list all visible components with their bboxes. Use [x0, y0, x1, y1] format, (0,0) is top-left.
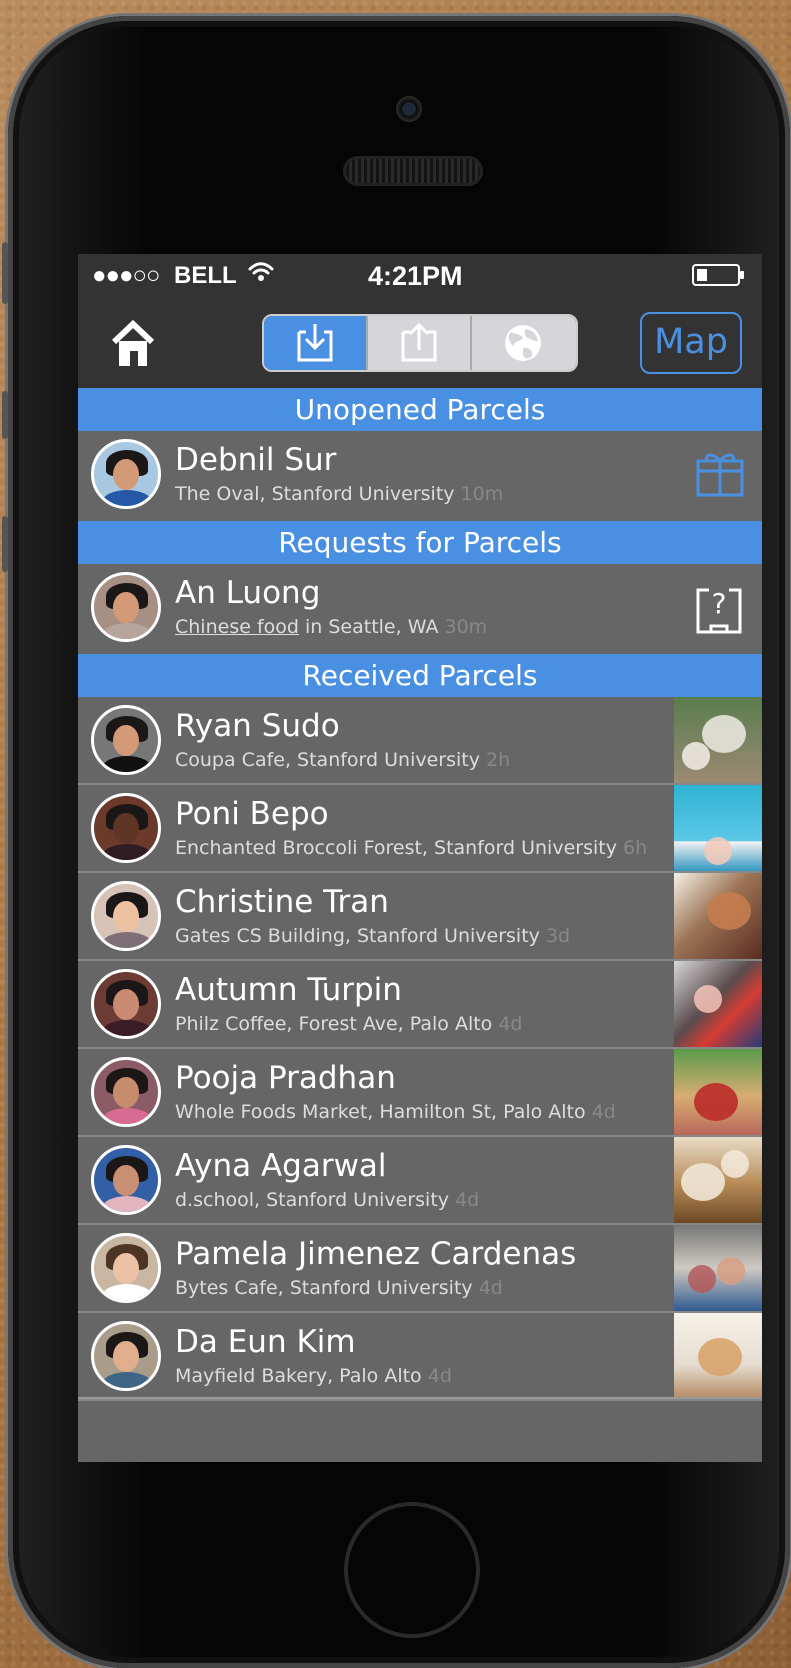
parcel-segmented-control[interactable]: [262, 314, 578, 372]
tab-inbox[interactable]: [264, 316, 368, 370]
received-parcel-row[interactable]: Poni Bepo Enchanted Broccoli Forest, Sta…: [78, 785, 762, 873]
received-parcel-row[interactable]: Pamela Jimenez Cardenas Bytes Cafe, Stan…: [78, 1225, 762, 1313]
carrier-label: BELL: [174, 262, 237, 289]
contact-name: Christine Tran: [175, 884, 389, 920]
status-time: 4:21PM: [368, 261, 463, 291]
list-bottom-divider: [78, 1397, 762, 1399]
battery-icon: [692, 264, 744, 286]
contact-name: Autumn Turpin: [175, 972, 402, 1008]
signal-icon: ●●●○○: [92, 262, 160, 289]
question-box-icon[interactable]: ?: [693, 582, 745, 642]
received-parcel-row[interactable]: Pooja Pradhan Whole Foods Market, Hamilt…: [78, 1049, 762, 1137]
parcel-location: Gates CS Building, Stanford University 3…: [175, 925, 571, 947]
parcel-thumbnail[interactable]: [674, 873, 762, 959]
gift-icon[interactable]: [695, 449, 745, 503]
contact-name: Pamela Jimenez Cardenas: [175, 1236, 577, 1272]
avatar: [91, 1057, 161, 1127]
received-parcel-row[interactable]: Christine Tran Gates CS Building, Stanfo…: [78, 873, 762, 961]
tab-global[interactable]: [472, 316, 576, 370]
parcel-location: d.school, Stanford University 4d: [175, 1189, 480, 1211]
parcel-location: Coupa Cafe, Stanford University 2h: [175, 749, 511, 771]
parcel-thumbnail[interactable]: [674, 1313, 762, 1399]
contact-name: Pooja Pradhan: [175, 1060, 396, 1096]
contact-name: Da Eun Kim: [175, 1324, 356, 1360]
avatar: [91, 1233, 161, 1303]
unopened-parcel-row[interactable]: Debnil Sur The Oval, Stanford University…: [78, 431, 762, 521]
contact-name: Debnil Sur: [175, 442, 337, 478]
request-link[interactable]: Chinese food: [175, 616, 299, 638]
avatar: [91, 572, 161, 642]
map-button[interactable]: Map: [640, 312, 742, 374]
contact-name: Ryan Sudo: [175, 708, 340, 744]
status-bar: ●●●○○ BELL 4:21PM: [78, 254, 762, 298]
parcel-location: The Oval, Stanford University 10m: [175, 483, 504, 505]
upload-box-icon: [401, 322, 437, 362]
phone-home-button: [344, 1502, 480, 1638]
app-screen: ●●●○○ BELL 4:21PM Map Unopened Parcels D…: [78, 254, 762, 1462]
speaker-grille: [343, 156, 483, 186]
requests-header: Requests for Parcels: [78, 521, 762, 564]
unopened-parcels-header: Unopened Parcels: [78, 388, 762, 431]
avatar: [91, 881, 161, 951]
avatar: [91, 705, 161, 775]
received-parcel-row[interactable]: Ayna Agarwal d.school, Stanford Universi…: [78, 1137, 762, 1225]
parcel-thumbnail[interactable]: [674, 1049, 762, 1135]
received-parcels-header: Received Parcels: [78, 654, 762, 697]
volume-up-button: [2, 391, 8, 439]
parcel-thumbnail[interactable]: [674, 785, 762, 871]
request-row[interactable]: An Luong Chinese food in Seattle, WA 30m…: [78, 564, 762, 654]
parcel-location: Bytes Cafe, Stanford University 4d: [175, 1277, 503, 1299]
phone-frame: ●●●○○ BELL 4:21PM Map Unopened Parcels D…: [2, 16, 790, 1668]
contact-name: An Luong: [175, 575, 321, 611]
side-button: [2, 242, 8, 304]
home-icon[interactable]: [110, 319, 156, 370]
received-parcel-row[interactable]: Ryan Sudo Coupa Cafe, Stanford Universit…: [78, 697, 762, 785]
request-detail: Chinese food in Seattle, WA 30m: [175, 616, 488, 638]
front-camera-icon: [396, 96, 422, 122]
received-parcel-row[interactable]: Da Eun Kim Mayfield Bakery, Palo Alto 4d: [78, 1313, 762, 1401]
navigation-bar: Map: [78, 298, 762, 388]
parcel-location: Whole Foods Market, Hamilton St, Palo Al…: [175, 1101, 616, 1123]
avatar: [91, 1145, 161, 1215]
download-box-icon: [297, 324, 333, 362]
parcel-location: Philz Coffee, Forest Ave, Palo Alto 4d: [175, 1013, 523, 1035]
avatar: [91, 1321, 161, 1391]
parcel-thumbnail[interactable]: [674, 1137, 762, 1223]
parcel-thumbnail[interactable]: [674, 1225, 762, 1311]
globe-icon: [505, 325, 541, 361]
wifi-icon: [247, 260, 275, 291]
avatar: [91, 439, 161, 509]
avatar: [91, 793, 161, 863]
parcel-location: Enchanted Broccoli Forest, Stanford Univ…: [175, 837, 648, 859]
parcel-location: Mayfield Bakery, Palo Alto 4d: [175, 1365, 452, 1387]
svg-text:?: ?: [712, 587, 727, 620]
parcel-thumbnail[interactable]: [674, 961, 762, 1047]
received-parcel-row[interactable]: Autumn Turpin Philz Coffee, Forest Ave, …: [78, 961, 762, 1049]
contact-name: Ayna Agarwal: [175, 1148, 387, 1184]
avatar: [91, 969, 161, 1039]
volume-down-button: [2, 516, 8, 572]
contact-name: Poni Bepo: [175, 796, 329, 832]
parcel-thumbnail[interactable]: [674, 697, 762, 783]
tab-outbox[interactable]: [368, 316, 472, 370]
